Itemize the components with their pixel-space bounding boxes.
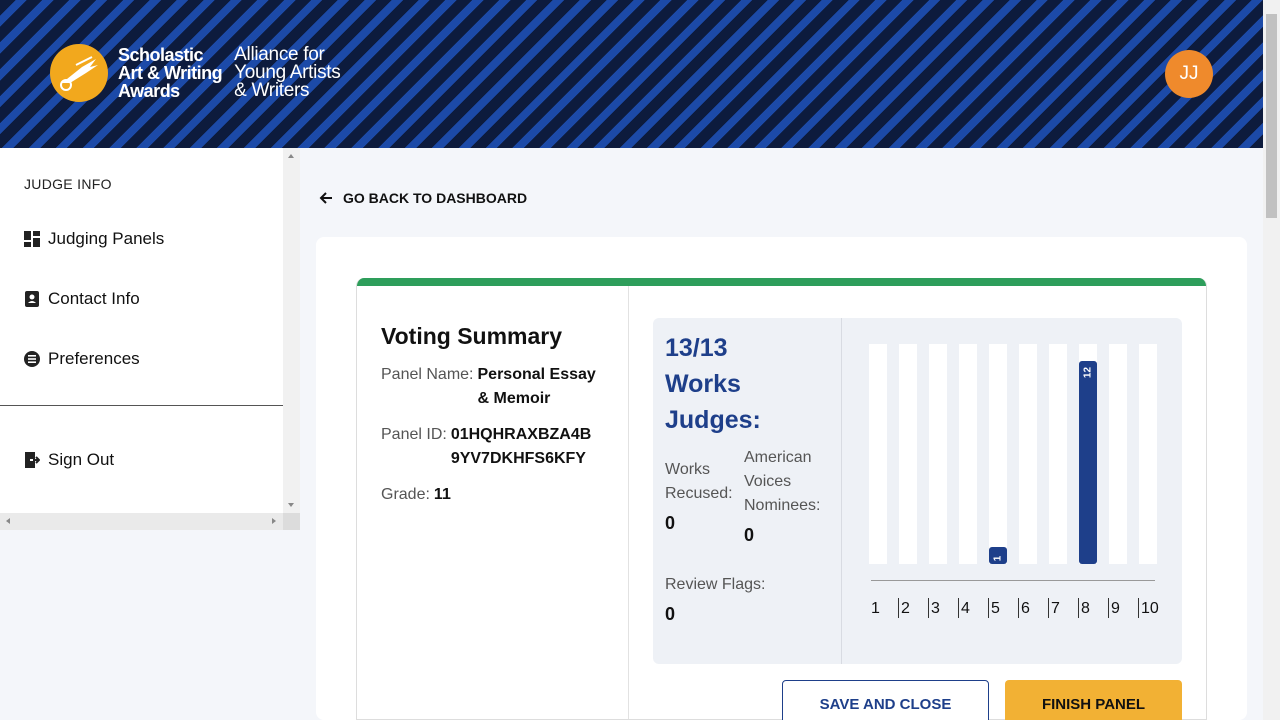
- back-link-label: GO BACK TO DASHBOARD: [343, 190, 528, 206]
- chart-tick-mark-4: [958, 598, 959, 618]
- preferences-list-icon: [24, 351, 40, 367]
- panel-name-row: Panel Name: Personal Essay & Memoir: [381, 363, 611, 411]
- sidebar-vertical-scrollbar[interactable]: [283, 148, 300, 513]
- scroll-down-arrow-icon[interactable]: [288, 503, 294, 507]
- chart-bar-track-2: [899, 344, 917, 564]
- chart-tick-label-7: 7: [1051, 600, 1060, 617]
- panel-name-label: Panel Name:: [381, 366, 474, 383]
- logo-emblem-icon: [50, 44, 108, 102]
- scroll-left-arrow-icon[interactable]: [6, 518, 10, 524]
- chart-bar-track-10: [1139, 344, 1157, 564]
- chart-bar-track-8: 12: [1079, 344, 1097, 564]
- chart-tick-label-1: 1: [871, 600, 880, 617]
- chart-bar-track-5: 1: [989, 344, 1007, 564]
- works-judged-heading: 13/13 Works Judges:: [665, 330, 835, 438]
- chart-tick-label-3: 3: [931, 600, 940, 617]
- sidebar-horizontal-scrollbar[interactable]: [0, 513, 283, 530]
- sidebar-item-judging-panels[interactable]: Judging Panels: [24, 229, 164, 249]
- sidebar-item-sign-out[interactable]: Sign Out: [24, 450, 114, 470]
- site-header: Scholastic Art & Writing Awards Alliance…: [0, 0, 1263, 148]
- logo-wordmark: Scholastic Art & Writing Awards: [118, 45, 223, 101]
- scroll-right-arrow-icon[interactable]: [272, 518, 276, 524]
- chart-bar-track-9: [1109, 344, 1127, 564]
- grade-row: Grade: 11: [381, 483, 451, 507]
- chart-tick-label-6: 6: [1021, 600, 1030, 617]
- chart-x-axis: [871, 580, 1155, 581]
- panel-id-value: 01HQHRAXBZA4B9YV7DKHFS6KFY: [450, 426, 592, 467]
- stats-box: 13/13 Works Judges: Works Recused: 0 Ame…: [653, 318, 1182, 664]
- chart-tick-mark-8: [1078, 598, 1079, 618]
- chart-tick-mark-10: [1138, 598, 1139, 618]
- chart-bar-track-3: [929, 344, 947, 564]
- sidebar-menu: JUDGE INFO Judging Panels Contact Info P…: [0, 148, 283, 513]
- chart-tick-mark-6: [1018, 598, 1019, 618]
- american-voices-label: American Voices Nominees:: [744, 449, 821, 514]
- voting-panel: Voting Summary Panel Name: Personal Essa…: [356, 278, 1207, 720]
- chart-tick-mark-7: [1048, 598, 1049, 618]
- panel-name-value: Personal Essay & Memoir: [477, 366, 596, 407]
- works-count: 13/13: [665, 334, 728, 362]
- chart-bar-track-1: [869, 344, 887, 564]
- panel-status-bar: [357, 278, 1206, 286]
- panel-divider: [628, 286, 629, 719]
- dashboard-grid-icon: [24, 231, 40, 247]
- panel-id-row: Panel ID: 01HQHRAXBZA4B9YV7DKHFS6KFY: [381, 423, 611, 471]
- chart-tick-mark-2: [898, 598, 899, 618]
- contact-book-icon: [24, 291, 40, 307]
- works-label: Works Judges:: [665, 370, 761, 434]
- sidebar-item-label: Sign Out: [48, 450, 115, 469]
- sidebar-item-label: Judging Panels: [48, 229, 165, 248]
- save-and-close-button[interactable]: SAVE AND CLOSE: [782, 680, 989, 720]
- scrollbar-corner: [283, 513, 300, 530]
- chart-tick-label-9: 9: [1111, 600, 1120, 617]
- finish-panel-button[interactable]: FINISH PANEL: [1005, 680, 1182, 720]
- grade-label: Grade:: [381, 486, 430, 503]
- arrow-left-icon: [319, 191, 333, 205]
- chart-bar-8: [1079, 360, 1097, 564]
- chart-tick-mark-3: [928, 598, 929, 618]
- sidebar-title: JUDGE INFO: [24, 176, 112, 192]
- review-flags-label: Review Flags:: [665, 576, 766, 593]
- chart-tick-label-2: 2: [901, 600, 910, 617]
- scholastic-logo[interactable]: Scholastic Art & Writing Awards Alliance…: [50, 44, 341, 102]
- score-distribution-chart: 1 2 3 4 1 5 6 7 12 8 9 10: [863, 338, 1163, 638]
- review-flags-value: 0: [665, 604, 676, 624]
- american-voices-value: 0: [744, 525, 755, 545]
- page-scrollbar[interactable]: [1263, 0, 1280, 720]
- panel-id-label: Panel ID:: [381, 426, 447, 443]
- sidebar-divider: [0, 405, 283, 406]
- scroll-up-arrow-icon[interactable]: [288, 154, 294, 158]
- chart-data-label-8: 12: [1082, 366, 1094, 378]
- chart-tick-label-5: 5: [991, 600, 1000, 617]
- chart-tick-label-8: 8: [1081, 600, 1090, 617]
- user-avatar[interactable]: JJ: [1165, 50, 1213, 98]
- chart-bar-track-4: [959, 344, 977, 564]
- chart-bar-track-7: [1049, 344, 1067, 564]
- back-to-dashboard-link[interactable]: GO BACK TO DASHBOARD: [319, 190, 527, 206]
- sidebar-item-contact-info[interactable]: Contact Info: [24, 289, 140, 309]
- chart-tick-mark-9: [1108, 598, 1109, 618]
- grade-value: 11: [433, 486, 451, 503]
- voting-summary-title: Voting Summary: [381, 323, 563, 349]
- chart-data-label-5: 1: [992, 555, 1004, 562]
- page-scrollbar-thumb[interactable]: [1266, 14, 1277, 218]
- sidebar-item-preferences[interactable]: Preferences: [24, 349, 140, 369]
- chart-tick-label-10: 10: [1141, 600, 1159, 617]
- chart-bar-track-6: [1019, 344, 1037, 564]
- works-recused-label: Works Recused:: [665, 461, 733, 502]
- works-recused-value: 0: [665, 513, 676, 533]
- sidebar-item-label: Contact Info: [48, 289, 140, 308]
- stats-separator: [841, 318, 842, 664]
- sign-out-icon: [24, 452, 40, 468]
- chart-tick-label-4: 4: [961, 600, 970, 617]
- sidebar-item-label: Preferences: [48, 349, 140, 368]
- logo-tagline: Alliance for Young Artists & Writers: [234, 44, 341, 101]
- chart-tick-mark-5: [988, 598, 989, 618]
- sidebar: JUDGE INFO Judging Panels Contact Info P…: [0, 148, 300, 720]
